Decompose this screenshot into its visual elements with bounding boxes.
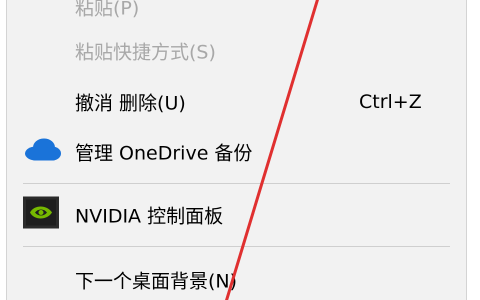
- menu-item-label: 粘贴快捷方式(S): [75, 41, 216, 64]
- onedrive-cloud-icon: [23, 137, 61, 168]
- menu-separator: [23, 246, 450, 247]
- menu-item-label: 下一个桌面背景(N): [75, 270, 238, 293]
- menu-item-shortcut: Ctrl+Z: [359, 91, 422, 113]
- menu-item-next-desktop-background[interactable]: 下一个桌面背景(N): [7, 260, 466, 300]
- nvidia-logo-icon: [23, 196, 59, 234]
- menu-left-edge: [0, 0, 7, 300]
- menu-item-nvidia-control-panel[interactable]: NVIDIA 控制面板: [7, 195, 466, 235]
- menu-item-undo-delete[interactable]: 撤消 删除(U) Ctrl+Z: [7, 82, 466, 122]
- menu-item-label: 管理 OneDrive 备份: [75, 142, 253, 165]
- menu-item-label: NVIDIA 控制面板: [75, 205, 224, 228]
- menu-item-label: 粘贴(P): [75, 0, 140, 20]
- menu-separator: [23, 183, 450, 184]
- menu-item-manage-onedrive-backup[interactable]: 管理 OneDrive 备份: [7, 132, 466, 172]
- menu-item-label: 撤消 删除(U): [75, 92, 186, 115]
- menu-right-edge: [466, 0, 480, 300]
- menu-item-paste-shortcut: 粘贴快捷方式(S): [7, 31, 466, 71]
- context-menu: 粘贴(P) 粘贴快捷方式(S) 撤消 删除(U) Ctrl+Z 管理 OneDr…: [0, 0, 480, 300]
- menu-item-paste: 粘贴(P): [7, 0, 466, 27]
